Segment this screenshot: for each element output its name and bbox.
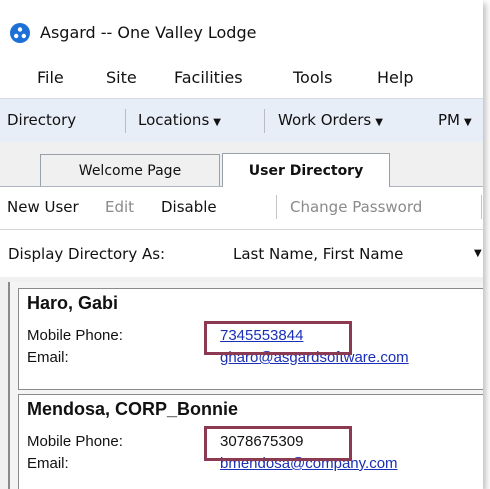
toolbar-separator	[125, 109, 126, 133]
asgard-app-icon	[10, 23, 30, 43]
tab-label: Welcome Page	[78, 162, 182, 179]
menu-help[interactable]: Help	[377, 68, 413, 87]
chevron-down-icon[interactable]: ▼	[474, 248, 482, 259]
toolbar-pm-label: PM	[438, 111, 460, 129]
tab-strip: Welcome Page User Directory	[0, 142, 483, 187]
toolbar-directory-label: Directory	[7, 111, 77, 129]
dropdown-arrow-icon: ▼	[213, 117, 221, 128]
dropdown-arrow-icon: ▼	[464, 117, 472, 128]
display-directory-select[interactable]: Last Name, First Name	[233, 245, 403, 263]
menu-site[interactable]: Site	[106, 68, 137, 87]
title-bar: Asgard -- One Valley Lodge	[0, 0, 483, 58]
mobile-phone-label: Mobile Phone:	[27, 327, 123, 344]
user-name: Mendosa, CORP_Bonnie	[27, 399, 239, 419]
tab-label: User Directory	[248, 162, 364, 179]
email-label: Email:	[27, 455, 69, 472]
display-directory-bar: Display Directory As: Last Name, First N…	[0, 230, 483, 277]
change-password-button[interactable]: Change Password	[290, 198, 422, 216]
menu-file[interactable]: File	[37, 68, 64, 87]
toolbar-pm[interactable]: PM ▼	[438, 111, 472, 129]
window-title: Asgard -- One Valley Lodge	[40, 23, 257, 42]
action-separator	[481, 195, 482, 219]
user-actions-bar: New User Edit Disable Change Password	[0, 187, 483, 230]
menu-bar: File Site Facilities Tools Help	[0, 58, 483, 98]
user-directory-list: Haro, Gabi Mobile Phone: 7345553844 Emai…	[8, 282, 483, 489]
action-separator	[276, 195, 277, 219]
toolbar-separator	[264, 109, 265, 133]
menu-facilities[interactable]: Facilities	[174, 68, 243, 87]
highlight-box	[204, 426, 352, 461]
toolbar-locations[interactable]: Locations ▼	[138, 111, 221, 129]
toolbar-locations-label: Locations	[138, 111, 210, 129]
toolbar-work-orders-label: Work Orders	[278, 111, 372, 129]
toolbar-directory[interactable]: Directory	[7, 111, 76, 129]
new-user-button[interactable]: New User	[7, 198, 79, 216]
disable-button[interactable]: Disable	[161, 198, 217, 216]
email-label: Email:	[27, 349, 69, 366]
mobile-phone-label: Mobile Phone:	[27, 433, 123, 450]
user-card[interactable]: Haro, Gabi Mobile Phone: 7345553844 Emai…	[18, 288, 483, 390]
navigation-toolbar: Directory Locations ▼ Work Orders ▼ PM ▼	[0, 98, 483, 143]
app-window: Asgard -- One Valley Lodge File Site Fac…	[0, 0, 483, 489]
highlight-box	[204, 321, 352, 355]
tab-welcome-page[interactable]: Welcome Page	[40, 154, 220, 186]
toolbar-work-orders[interactable]: Work Orders ▼	[278, 111, 383, 129]
dropdown-arrow-icon: ▼	[375, 117, 383, 128]
display-directory-label: Display Directory As:	[8, 245, 166, 263]
user-name: Haro, Gabi	[27, 293, 119, 313]
user-card[interactable]: Mendosa, CORP_Bonnie Mobile Phone: 30786…	[18, 394, 483, 489]
menu-tools[interactable]: Tools	[293, 68, 332, 87]
edit-button[interactable]: Edit	[105, 198, 134, 216]
tab-user-directory[interactable]: User Directory	[222, 153, 390, 187]
